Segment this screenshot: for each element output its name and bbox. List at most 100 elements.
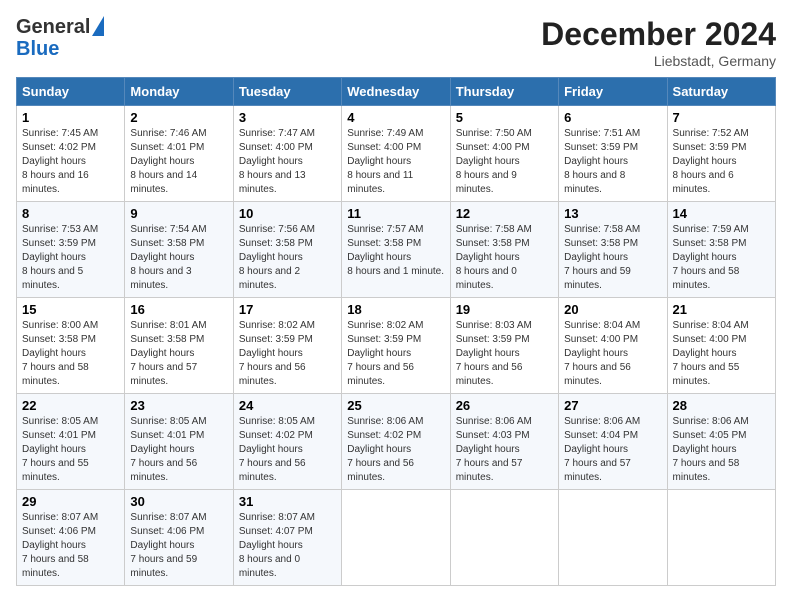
daylight-value: 7 hours and 58 minutes. [673, 266, 740, 291]
calendar-cell: 25 Sunrise: 8:06 AMSunset: 4:02 PMDaylig… [342, 394, 450, 490]
calendar-cell: 1 Sunrise: 7:45 AMSunset: 4:02 PMDayligh… [17, 106, 125, 202]
sunrise-label: Sunrise: 8:01 AM [130, 320, 206, 331]
cell-content: Sunrise: 8:07 AMSunset: 4:07 PMDaylight … [239, 511, 336, 581]
cell-content: Sunrise: 8:00 AMSunset: 3:58 PMDaylight … [22, 319, 119, 389]
daylight-label: Daylight hours [130, 348, 194, 359]
calendar-cell: 31 Sunrise: 8:07 AMSunset: 4:07 PMDaylig… [233, 490, 341, 586]
sunrise-label: Sunrise: 8:04 AM [673, 320, 749, 331]
sunset-label: Sunset: 3:58 PM [22, 334, 96, 345]
calendar-cell: 8 Sunrise: 7:53 AMSunset: 3:59 PMDayligh… [17, 202, 125, 298]
daylight-label: Daylight hours [564, 252, 628, 263]
sunrise-label: Sunrise: 8:03 AM [456, 320, 532, 331]
cell-content: Sunrise: 7:56 AMSunset: 3:58 PMDaylight … [239, 223, 336, 293]
sunset-label: Sunset: 3:58 PM [564, 238, 638, 249]
day-number: 22 [22, 398, 119, 413]
calendar-cell: 19 Sunrise: 8:03 AMSunset: 3:59 PMDaylig… [450, 298, 558, 394]
sunset-label: Sunset: 3:59 PM [564, 142, 638, 153]
day-number: 7 [673, 110, 770, 125]
sunset-label: Sunset: 4:00 PM [564, 334, 638, 345]
daylight-value: 8 hours and 13 minutes. [239, 170, 306, 195]
daylight-value: 7 hours and 56 minutes. [239, 458, 306, 483]
calendar-cell: 21 Sunrise: 8:04 AMSunset: 4:00 PMDaylig… [667, 298, 775, 394]
day-number: 19 [456, 302, 553, 317]
cell-content: Sunrise: 7:51 AMSunset: 3:59 PMDaylight … [564, 127, 661, 197]
sunrise-label: Sunrise: 8:02 AM [347, 320, 423, 331]
sunrise-label: Sunrise: 8:06 AM [673, 416, 749, 427]
logo: General Blue [16, 16, 104, 60]
calendar-cell [342, 490, 450, 586]
daylight-value: 7 hours and 56 minutes. [564, 362, 631, 387]
calendar-cell: 18 Sunrise: 8:02 AMSunset: 3:59 PMDaylig… [342, 298, 450, 394]
calendar-cell: 10 Sunrise: 7:56 AMSunset: 3:58 PMDaylig… [233, 202, 341, 298]
sunrise-label: Sunrise: 7:58 AM [456, 224, 532, 235]
sunset-label: Sunset: 4:00 PM [347, 142, 421, 153]
cell-content: Sunrise: 8:02 AMSunset: 3:59 PMDaylight … [347, 319, 444, 389]
sunrise-label: Sunrise: 8:07 AM [22, 512, 98, 523]
daylight-value: 8 hours and 3 minutes. [130, 266, 191, 291]
sunset-label: Sunset: 4:00 PM [239, 142, 313, 153]
sunset-label: Sunset: 4:00 PM [456, 142, 530, 153]
cell-content: Sunrise: 7:47 AMSunset: 4:00 PMDaylight … [239, 127, 336, 197]
calendar-cell: 3 Sunrise: 7:47 AMSunset: 4:00 PMDayligh… [233, 106, 341, 202]
day-number: 4 [347, 110, 444, 125]
day-number: 8 [22, 206, 119, 221]
sunset-label: Sunset: 4:06 PM [130, 526, 204, 537]
cell-content: Sunrise: 8:01 AM Sunset: 3:58 PM Daylight … [130, 319, 227, 389]
day-number: 16 [130, 302, 227, 317]
daylight-value: 7 hours and 58 minutes. [673, 458, 740, 483]
daylight-value: 7 hours and 59 minutes. [564, 266, 631, 291]
daylight-label: Daylight hours [564, 348, 628, 359]
sunrise-label: Sunrise: 8:05 AM [130, 416, 206, 427]
cell-content: Sunrise: 8:07 AMSunset: 4:06 PMDaylight … [130, 511, 227, 581]
sunset-label: Sunset: 3:59 PM [456, 334, 530, 345]
sunset-label: Sunset: 4:02 PM [347, 430, 421, 441]
daylight-label: Daylight hours [456, 252, 520, 263]
daylight-label: Daylight hours [456, 156, 520, 167]
cell-content: Sunrise: 8:07 AMSunset: 4:06 PMDaylight … [22, 511, 119, 581]
calendar-cell: 9 Sunrise: 7:54 AMSunset: 3:58 PMDayligh… [125, 202, 233, 298]
sunrise-label: Sunrise: 8:06 AM [564, 416, 640, 427]
sunset-label: Sunset: 4:06 PM [22, 526, 96, 537]
day-number: 1 [22, 110, 119, 125]
sunset-label: Sunset: 3:58 PM [130, 334, 204, 345]
sunset-label: Sunset: 4:04 PM [564, 430, 638, 441]
daylight-label: Daylight hours [130, 252, 194, 263]
daylight-value: 7 hours and 56 minutes. [456, 362, 523, 387]
daylight-value: 8 hours and 1 minute. [347, 266, 444, 277]
day-number: 11 [347, 206, 444, 221]
daylight-value: 7 hours and 55 minutes. [22, 458, 89, 483]
cell-content: Sunrise: 7:50 AMSunset: 4:00 PMDaylight … [456, 127, 553, 197]
daylight-value: 8 hours and 0 minutes. [456, 266, 517, 291]
sunrise-label: Sunrise: 7:45 AM [22, 128, 98, 139]
calendar-header-row: SundayMondayTuesdayWednesdayThursdayFrid… [17, 78, 776, 106]
sunrise-label: Sunrise: 7:49 AM [347, 128, 423, 139]
sunrise-label: Sunrise: 7:54 AM [130, 224, 206, 235]
calendar-col-header: Thursday [450, 78, 558, 106]
cell-content: Sunrise: 8:05 AMSunset: 4:01 PMDaylight … [130, 415, 227, 485]
calendar-cell [667, 490, 775, 586]
cell-content: Sunrise: 7:52 AMSunset: 3:59 PMDaylight … [673, 127, 770, 197]
calendar-col-header: Wednesday [342, 78, 450, 106]
calendar-col-header: Tuesday [233, 78, 341, 106]
daylight-label: Daylight hours [22, 444, 86, 455]
day-number: 9 [130, 206, 227, 221]
daylight-value: 7 hours and 56 minutes. [347, 458, 414, 483]
sunset-label: Sunset: 3:59 PM [347, 334, 421, 345]
daylight-label: Daylight hours [673, 252, 737, 263]
sunrise-label: Sunrise: 7:59 AM [673, 224, 749, 235]
daylight-value: 8 hours and 11 minutes. [347, 170, 413, 195]
daylight-value: 7 hours and 55 minutes. [673, 362, 740, 387]
daylight-label: Daylight hours [239, 444, 303, 455]
sunrise-label: Sunrise: 7:52 AM [673, 128, 749, 139]
daylight-value: 7 hours and 58 minutes. [22, 362, 89, 387]
daylight-value: 8 hours and 5 minutes. [22, 266, 83, 291]
sunset-label: Sunset: 4:01 PM [22, 430, 96, 441]
daylight-label: Daylight hours [130, 540, 194, 551]
cell-content: Sunrise: 7:46 AMSunset: 4:01 PMDaylight … [130, 127, 227, 197]
logo-blue-text: Blue [16, 38, 59, 60]
daylight-value: 7 hours and 56 minutes. [347, 362, 414, 387]
calendar-cell: 5 Sunrise: 7:50 AMSunset: 4:00 PMDayligh… [450, 106, 558, 202]
calendar-cell [450, 490, 558, 586]
daylight-label: Daylight hours [22, 252, 86, 263]
cell-content: Sunrise: 7:59 AMSunset: 3:58 PMDaylight … [673, 223, 770, 293]
